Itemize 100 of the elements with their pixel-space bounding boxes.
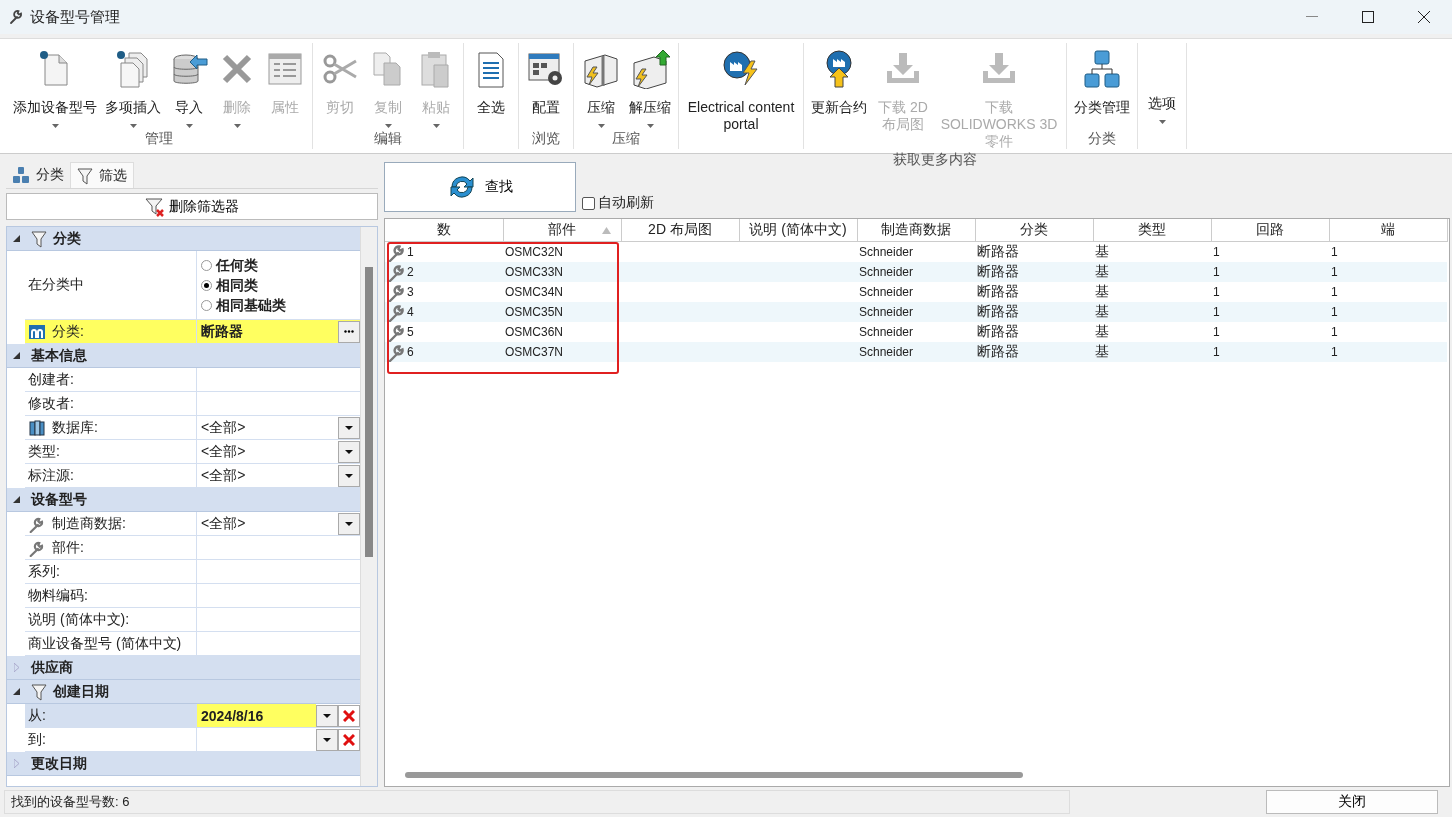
dropdown-button[interactable] xyxy=(338,440,360,463)
section-header[interactable]: 分类 xyxy=(7,227,360,251)
field-label: 分类: xyxy=(52,322,84,341)
ribbon-button[interactable]: 解压缩 xyxy=(626,43,674,129)
field-label: 数据库: xyxy=(52,418,98,437)
table-cell: OSMC37N xyxy=(505,345,563,359)
caret-icon xyxy=(345,449,353,454)
column-header[interactable]: 类型 xyxy=(1093,219,1211,242)
ribbon-button[interactable]: 压缩 xyxy=(578,43,624,129)
table-cell: 断路器 xyxy=(977,343,1019,359)
dropdown-button[interactable] xyxy=(338,512,360,535)
group-label: 管理 xyxy=(144,129,174,148)
dropdown-value[interactable]: <全部> xyxy=(201,442,338,461)
caret-icon xyxy=(384,124,392,128)
radio-option[interactable]: 相同类 xyxy=(201,275,286,295)
dropdown-button[interactable] xyxy=(338,464,360,487)
hierarchy-icon xyxy=(1082,49,1122,89)
caret-icon xyxy=(51,124,59,128)
caret-icon xyxy=(129,124,137,128)
section-header[interactable]: 创建日期 xyxy=(7,680,360,704)
table-cell: 断路器 xyxy=(977,263,1019,279)
column-header[interactable]: 部件 xyxy=(503,219,621,242)
radio-option[interactable]: 相同基础类 xyxy=(201,295,286,315)
column-header[interactable]: 端 xyxy=(1329,219,1447,242)
ribbon-button[interactable]: 配置 xyxy=(523,43,569,129)
ribbon-button[interactable]: 添加设备型号 xyxy=(10,43,100,129)
group-label: 压缩 xyxy=(611,129,641,148)
clear-icon[interactable] xyxy=(338,728,360,751)
table-cell: 基 xyxy=(1095,263,1109,279)
dropdown-value[interactable]: <全部> xyxy=(201,514,338,533)
dropdown-button[interactable] xyxy=(338,416,360,439)
table-cell: 1 xyxy=(1213,265,1220,279)
dropdown-value[interactable]: <全部> xyxy=(201,466,338,485)
table-cell: 1 xyxy=(407,245,414,259)
table-cell: Schneider xyxy=(859,245,914,259)
column-header[interactable]: 制造商数据 xyxy=(857,219,975,242)
ribbon-button[interactable]: 导入 xyxy=(166,43,212,129)
table-cell: 1 xyxy=(1213,305,1220,319)
column-header[interactable]: 回路 xyxy=(1211,219,1329,242)
table-cell: 断路器 xyxy=(977,323,1019,339)
search-button[interactable]: 查找 xyxy=(384,162,576,212)
column-header[interactable]: 说明 (简体中文) xyxy=(739,219,857,242)
table-cell: 基 xyxy=(1095,283,1109,299)
filter-remove-icon xyxy=(145,196,165,217)
date-value[interactable]: 2024/8/16 xyxy=(197,704,316,727)
section-header[interactable]: 更改日期 xyxy=(7,752,360,776)
table-cell: 5 xyxy=(407,325,414,339)
status-text: 找到的设备型号数: 6 xyxy=(4,790,1070,814)
table-cell: 基 xyxy=(1095,303,1109,319)
caret-icon xyxy=(1158,120,1166,124)
window-title: 设备型号管理 xyxy=(30,7,121,27)
wrench-icon xyxy=(387,282,407,302)
caret-icon xyxy=(646,124,654,128)
scrollbar[interactable] xyxy=(405,772,1023,778)
scrollbar[interactable] xyxy=(360,227,377,786)
collapse-icon xyxy=(12,352,20,359)
wrench-icon xyxy=(387,262,407,282)
caret-icon xyxy=(323,737,331,742)
collapse-icon xyxy=(12,496,20,503)
caret-icon xyxy=(233,124,241,128)
filter-icon xyxy=(31,229,47,248)
ribbon-button[interactable]: 分类管理 xyxy=(1071,43,1133,129)
column-header[interactable]: 分类 xyxy=(975,219,1093,242)
field-label: 物料编码: xyxy=(28,586,88,605)
column-header[interactable]: 2D 布局图 xyxy=(621,219,739,242)
ribbon-button[interactable]: Electrical content portal xyxy=(683,43,799,133)
dropdown-button[interactable] xyxy=(316,728,338,751)
ribbon-button[interactable]: 全选 xyxy=(468,43,514,129)
column-header[interactable]: 数 xyxy=(385,219,503,242)
section-header[interactable]: 基本信息 xyxy=(7,344,360,368)
section-header[interactable]: 供应商 xyxy=(7,656,360,680)
ribbon-button[interactable]: 选项 xyxy=(1142,43,1182,129)
minimize-icon xyxy=(1306,16,1318,18)
table-cell: 断路器 xyxy=(977,243,1019,259)
clear-filter-button[interactable]: 删除筛选器 xyxy=(6,193,378,220)
auto-refresh-checkbox[interactable]: 自动刷新 xyxy=(582,194,654,212)
books-icon xyxy=(28,419,46,436)
table-cell: 1 xyxy=(1331,305,1338,319)
table-cell: 3 xyxy=(407,285,414,299)
caret-icon xyxy=(345,425,353,430)
dropdown-button[interactable] xyxy=(316,704,338,727)
table-cell: 1 xyxy=(1213,325,1220,339)
radio-option[interactable]: 任何类 xyxy=(201,255,286,275)
table-cell: 断路器 xyxy=(977,303,1019,319)
caret-icon xyxy=(345,521,353,526)
field-label: 创建者: xyxy=(28,370,74,389)
wrench-icon xyxy=(387,322,407,342)
panel-tab[interactable]: 筛选 xyxy=(70,162,134,188)
wrench-icon xyxy=(387,302,407,322)
dropdown-value[interactable]: <全部> xyxy=(201,418,338,437)
clear-icon[interactable] xyxy=(338,704,360,727)
filter-icon xyxy=(77,166,93,185)
table-cell: 1 xyxy=(1213,245,1220,259)
panel-tab[interactable]: 分类 xyxy=(6,162,70,188)
close-dialog-button[interactable]: 关闭 xyxy=(1266,790,1438,814)
ribbon-button[interactable]: 更新合约 xyxy=(808,43,870,150)
table-cell: 基 xyxy=(1095,243,1109,259)
browse-button[interactable] xyxy=(338,320,360,343)
ribbon-button[interactable]: 多项插入 xyxy=(102,43,164,129)
section-header[interactable]: 设备型号 xyxy=(7,488,360,512)
